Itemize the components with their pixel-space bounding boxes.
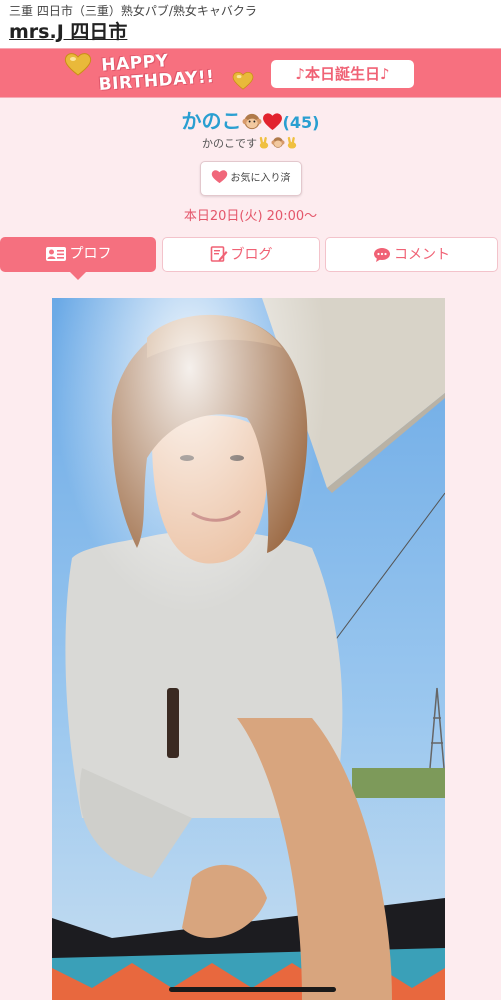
tab-blog-label: ブログ — [230, 247, 273, 263]
breadcrumb: 三重 四日市（三重）熟女パブ/熟女キャバクラ — [9, 4, 257, 18]
red-heart-icon — [262, 113, 282, 131]
cast-name-line: かのこ (45) — [0, 108, 501, 136]
tab-comment[interactable]: コメント — [325, 237, 498, 272]
birthday-banner: HAPPY BIRTHDAY!! ♪本日誕生日♪ — [0, 48, 501, 98]
work-schedule: 本日20日(火) 20:00〜 — [183, 209, 318, 224]
favorite-button-label: お気に入り済 — [230, 173, 291, 184]
tab-blog[interactable]: ブログ — [162, 237, 320, 272]
monkey-face-icon — [271, 137, 285, 148]
tab-profile[interactable]: プロフ — [0, 237, 156, 280]
birthday-today-badge: ♪本日誕生日♪ — [271, 60, 414, 88]
tab-profile-label: プロフ — [69, 246, 112, 262]
gold-heart-icon — [232, 71, 254, 90]
heart-icon — [211, 170, 227, 184]
shop-name-link[interactable]: mrs.J 四日市 — [9, 20, 127, 44]
favorite-button[interactable]: お気に入り済 — [199, 161, 302, 196]
monkey-face-icon — [242, 113, 262, 130]
profile-card-icon — [45, 247, 66, 261]
cast-photo — [52, 298, 445, 1000]
victory-hand-icon — [259, 136, 269, 149]
profile-tabs: プロフ ブログ コメント — [0, 237, 501, 281]
cast-age: (45) — [282, 113, 320, 132]
gold-heart-icon — [64, 53, 92, 76]
site-header: 三重 四日市（三重）熟女パブ/熟女キャバクラ mrs.J 四日市 — [0, 0, 501, 48]
edit-document-icon — [210, 246, 227, 262]
cast-photo-image — [52, 298, 445, 1000]
speech-bubble-icon — [374, 248, 390, 262]
happy-birthday-text: HAPPY BIRTHDAY!! — [98, 51, 216, 95]
victory-hand-icon — [287, 136, 297, 149]
profile-section: かのこ (45) かのこです お気に入り済 本日20日(火) 20:00〜 — [0, 98, 501, 226]
cast-name: かのこ — [181, 109, 242, 133]
home-indicator[interactable] — [169, 987, 336, 992]
tab-comment-label: コメント — [394, 247, 450, 263]
cast-tagline: かのこです — [0, 136, 501, 152]
